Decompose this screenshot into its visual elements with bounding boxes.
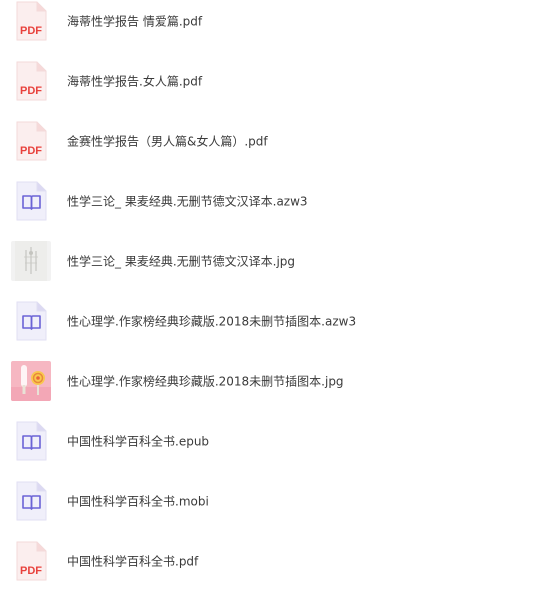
image-thumbnail	[11, 241, 51, 281]
pdf-icon-label: PDF	[20, 25, 42, 37]
pdf-file-icon: PDF	[13, 121, 49, 161]
file-row[interactable]: 性学三论_ 果麦经典.无删节德文汉译本.jpg	[0, 231, 560, 291]
ebook-file-icon	[13, 181, 49, 221]
file-row[interactable]: 中国性科学百科全书.epub	[0, 411, 560, 471]
pdf-file-icon: PDF	[13, 541, 49, 581]
file-name: 性心理学.作家榜经典珍藏版.2018未删节插图本.azw3	[67, 314, 357, 329]
file-row[interactable]: PDF 海蒂性学报告 情爱篇.pdf	[0, 0, 560, 51]
file-name: 中国性科学百科全书.pdf	[67, 554, 199, 569]
pdf-icon-label: PDF	[20, 565, 42, 577]
file-name: 中国性科学百科全书.mobi	[67, 494, 209, 509]
image-thumbnail	[11, 361, 51, 401]
pdf-icon-label: PDF	[20, 85, 42, 97]
file-row[interactable]: PDF 中国性科学百科全书.pdf	[0, 531, 560, 591]
file-name: 性学三论_ 果麦经典.无删节德文汉译本.azw3	[67, 194, 308, 209]
file-row[interactable]: 性学三论_ 果麦经典.无删节德文汉译本.azw3	[0, 171, 560, 231]
file-row[interactable]: PDF 海蒂性学报告.女人篇.pdf	[0, 51, 560, 111]
file-row[interactable]: 中国性科学百科全书.mobi	[0, 471, 560, 531]
file-row[interactable]: 性心理学.作家榜经典珍藏版.2018未删节插图本.azw3	[0, 291, 560, 351]
file-list: PDF 海蒂性学报告 情爱篇.pdf PDF 海蒂性学报告.女人篇.pdf PD…	[0, 0, 560, 592]
file-row[interactable]: PDF 金赛性学报告（男人篇&女人篇）.pdf	[0, 111, 560, 171]
pdf-file-icon: PDF	[13, 1, 49, 41]
ebook-file-icon	[13, 301, 49, 341]
pdf-icon-label: PDF	[20, 145, 42, 157]
file-name: 中国性科学百科全书.epub	[67, 434, 210, 449]
pdf-file-icon: PDF	[13, 61, 49, 101]
file-name: 海蒂性学报告.女人篇.pdf	[67, 74, 203, 89]
file-name: 性学三论_ 果麦经典.无删节德文汉译本.jpg	[67, 254, 296, 269]
file-name: 海蒂性学报告 情爱篇.pdf	[67, 14, 203, 29]
file-row[interactable]: 性心理学.作家榜经典珍藏版.2018未删节插图本.jpg	[0, 351, 560, 411]
ebook-file-icon	[13, 421, 49, 461]
file-name: 金赛性学报告（男人篇&女人篇）.pdf	[67, 134, 268, 149]
ebook-file-icon	[13, 481, 49, 521]
file-name: 性心理学.作家榜经典珍藏版.2018未删节插图本.jpg	[67, 374, 344, 389]
